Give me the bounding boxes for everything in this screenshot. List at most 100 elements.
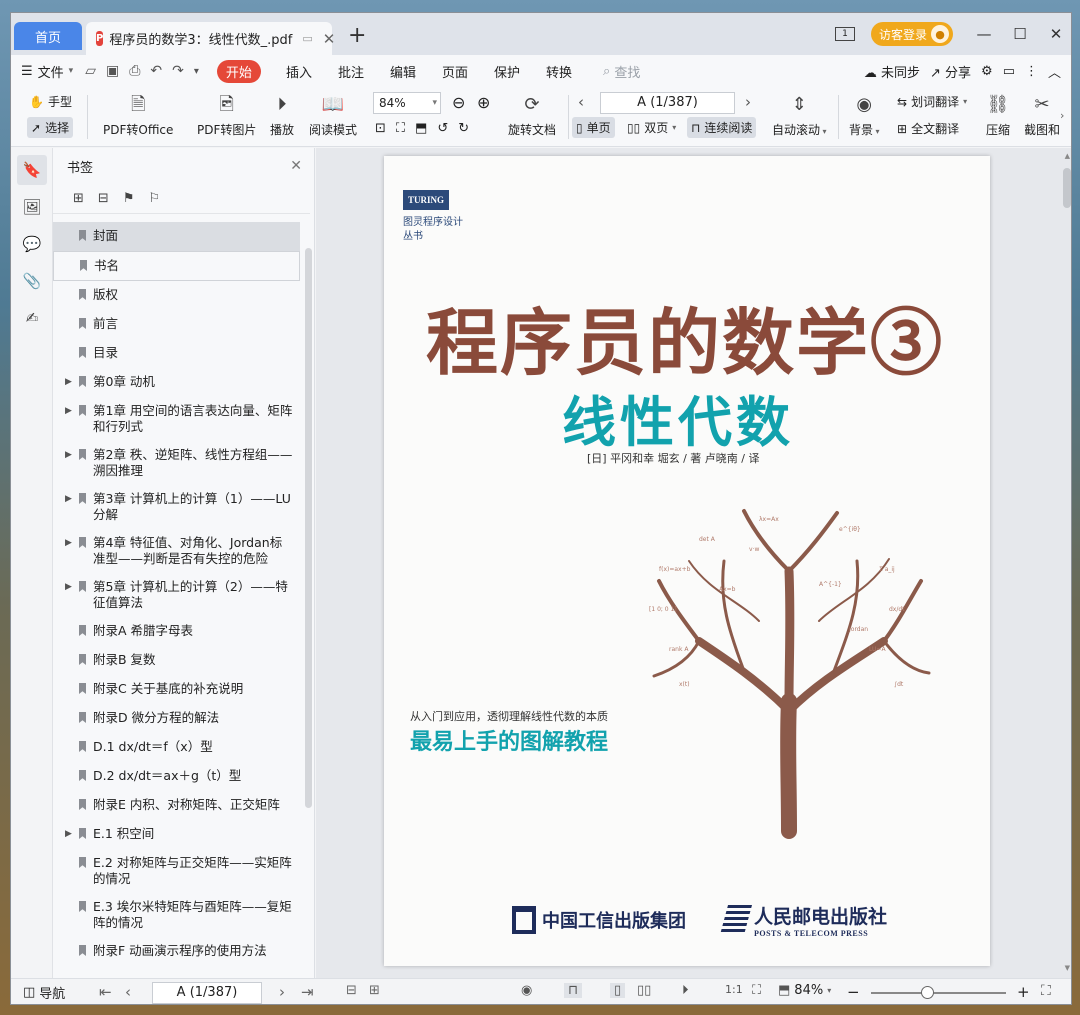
expand-arrow-icon[interactable]: ▶: [65, 447, 72, 463]
bookmark-item[interactable]: 前言: [53, 310, 300, 339]
screenshot-button[interactable]: ✂ 截图和: [1025, 93, 1059, 138]
quick-access-dropdown-icon[interactable]: ▾: [194, 66, 199, 77]
menu-start[interactable]: 开始: [216, 59, 261, 83]
bookmark-item[interactable]: 封面: [53, 222, 300, 251]
next-page-icon[interactable]: ›: [745, 93, 751, 111]
maximize-icon[interactable]: ☐: [1005, 25, 1035, 43]
zoom-select[interactable]: 84%: [373, 92, 441, 114]
menu-annotate[interactable]: 批注: [338, 62, 364, 81]
bookmark-item[interactable]: ▶ 第1章 用空间的语言表达向量、矩阵和行列式: [53, 397, 300, 441]
comment-panel-icon[interactable]: 💬: [17, 229, 47, 259]
document-view[interactable]: TURING 图灵程序设计丛书 程序员的数学③ 线性代数 [日] 平冈和幸 堀玄…: [316, 148, 1071, 978]
bookmark-outline-icon[interactable]: ⚐: [148, 191, 160, 206]
attachment-panel-icon[interactable]: 📎: [17, 266, 47, 296]
file-menu[interactable]: ☰ 文件 ▾: [21, 62, 73, 81]
bookmark-item[interactable]: 书名: [53, 251, 300, 281]
full-translate-button[interactable]: ⊞ 全文翻译: [897, 120, 959, 137]
thumbnail-panel-icon[interactable]: 🖼: [17, 192, 47, 222]
collapse-ribbon-icon[interactable]: ︿: [1048, 62, 1061, 81]
close-window-icon[interactable]: ✕: [1041, 25, 1071, 43]
expand-arrow-icon[interactable]: ▶: [65, 579, 72, 595]
tab-home[interactable]: 首页: [14, 22, 82, 50]
first-page-icon[interactable]: ⇤: [99, 983, 112, 1001]
zoom-in-status-icon[interactable]: +: [1017, 983, 1030, 1001]
menu-convert[interactable]: 转换: [546, 62, 572, 81]
bookmark-item[interactable]: ▶ 第3章 计算机上的计算（1）——LU分解: [53, 485, 300, 529]
signature-panel-icon[interactable]: ✍: [17, 303, 47, 333]
continuous-read-button[interactable]: ⊓ 连续阅读: [687, 117, 757, 138]
close-panel-icon[interactable]: ✕: [290, 158, 302, 174]
actual-size-icon[interactable]: ⊡: [375, 121, 386, 136]
bookmark-item[interactable]: 附录A 希腊字母表: [53, 617, 300, 646]
page-number-input[interactable]: A (1/387): [600, 92, 735, 114]
menu-edit[interactable]: 编辑: [390, 62, 416, 81]
sync-status[interactable]: ☁ 未同步: [864, 62, 920, 81]
back-view-icon[interactable]: ⊟: [346, 983, 357, 998]
prev-page-icon[interactable]: ‹: [578, 93, 584, 111]
rotate-left-icon[interactable]: ↺: [437, 121, 448, 136]
play-slideshow-icon[interactable]: ⏵: [682, 983, 689, 998]
zoom-out-status-icon[interactable]: −: [847, 983, 860, 1001]
menu-protect[interactable]: 保护: [494, 62, 520, 81]
rotate-document-button[interactable]: ⟳ 旋转文档: [508, 93, 556, 138]
bookmark-item[interactable]: D.2 dx/dt＝ax＋g（t）型: [53, 762, 300, 791]
scroll-up-icon[interactable]: ▲: [1065, 152, 1070, 160]
bookmark-item[interactable]: ▶ E.1 积空间: [53, 820, 300, 849]
add-sub-bookmark-icon[interactable]: ⊟: [98, 191, 109, 206]
status-prev-page-icon[interactable]: ‹: [125, 983, 131, 1001]
expand-arrow-icon[interactable]: ▶: [65, 403, 72, 419]
save-icon[interactable]: ▣: [106, 63, 119, 79]
background-button[interactable]: ◉ 背景 ▾: [849, 93, 880, 138]
hand-tool[interactable]: ✋ 手型: [29, 93, 72, 110]
bookmark-item[interactable]: ▶ 第4章 特征值、对角化、Jordan标准型——判断是否有失控的危险: [53, 529, 300, 573]
tab-document[interactable]: P 程序员的数学3：线性代数_.pdf ▭ ✕: [86, 22, 335, 55]
feedback-icon[interactable]: ▭: [1003, 64, 1015, 79]
zoom-slider-handle[interactable]: [921, 986, 934, 999]
minimize-icon[interactable]: —: [969, 25, 999, 43]
menu-page[interactable]: 页面: [442, 62, 468, 81]
status-next-page-icon[interactable]: ›: [279, 983, 285, 1001]
actual-size-status-icon[interactable]: 1:1: [725, 983, 743, 996]
forward-view-icon[interactable]: ⊞: [369, 983, 380, 998]
expand-arrow-icon[interactable]: ▶: [65, 826, 72, 842]
window-count-icon[interactable]: 1: [834, 27, 855, 41]
redo-icon[interactable]: ↷: [172, 63, 184, 79]
status-page-input[interactable]: A (1/387): [152, 982, 262, 1004]
bookmark-scrollbar[interactable]: [305, 248, 312, 808]
search-box[interactable]: ⌕ 查找: [603, 62, 640, 81]
fit-width-icon[interactable]: ⬒: [415, 121, 427, 136]
undo-icon[interactable]: ↶: [150, 63, 162, 79]
bookmark-item[interactable]: ▶ 第2章 秩、逆矩阵、线性方程组——溯因推理: [53, 441, 300, 485]
navigation-toggle[interactable]: ◫ 导航: [23, 983, 65, 1002]
expand-arrow-icon[interactable]: ▶: [65, 491, 72, 507]
compress-button[interactable]: ⛓ 压缩: [986, 93, 1010, 138]
bookmark-item[interactable]: 目录: [53, 339, 300, 368]
settings-icon[interactable]: ⚙: [981, 64, 993, 79]
read-mode-button[interactable]: 📖 阅读模式: [309, 93, 357, 138]
bookmark-item[interactable]: E.3 埃尔米特矩阵与酉矩阵——复矩阵的情况: [53, 893, 300, 937]
bookmark-panel-icon[interactable]: 🔖: [17, 155, 47, 185]
document-scrollbar[interactable]: [1063, 168, 1071, 208]
ribbon-scroll-right-icon[interactable]: ›: [1060, 109, 1064, 122]
bookmark-item[interactable]: E.2 对称矩阵与正交矩阵——实矩阵的情况: [53, 849, 300, 893]
guest-login-button[interactable]: 访客登录 ●: [870, 22, 953, 46]
zoom-in-icon[interactable]: ⊕: [477, 93, 490, 112]
bookmark-item[interactable]: 附录B 复数: [53, 646, 300, 675]
single-page-button[interactable]: ▯ 单页: [572, 117, 615, 138]
new-tab-button[interactable]: +: [348, 23, 366, 48]
play-button[interactable]: ⏵ 播放: [270, 93, 294, 138]
word-translate-button[interactable]: ⇆ 划词翻译 ▾: [897, 93, 967, 110]
bookmark-item[interactable]: 附录E 内积、对称矩阵、正交矩阵: [53, 791, 300, 820]
open-icon[interactable]: ▱: [85, 63, 96, 79]
single-mode-icon[interactable]: ▯: [610, 983, 626, 998]
double-page-button[interactable]: ▯▯ 双页 ▾: [627, 119, 676, 136]
bookmark-flag-icon[interactable]: ⚑: [123, 191, 135, 206]
pdf-to-image-button[interactable]: 🖻 PDF转图片: [197, 93, 256, 138]
bookmark-item[interactable]: ▶ 第5章 计算机上的计算（2）——特征值算法: [53, 573, 300, 617]
expand-arrow-icon[interactable]: ▶: [65, 374, 72, 390]
eye-protect-icon[interactable]: ◉: [521, 983, 532, 998]
bookmark-item[interactable]: 附录D 微分方程的解法: [53, 704, 300, 733]
double-mode-icon[interactable]: ▯▯: [637, 983, 651, 998]
bookmark-item[interactable]: D.1 dx/dt＝f（x）型: [53, 733, 300, 762]
fullscreen-icon[interactable]: ⛶: [1041, 983, 1051, 999]
